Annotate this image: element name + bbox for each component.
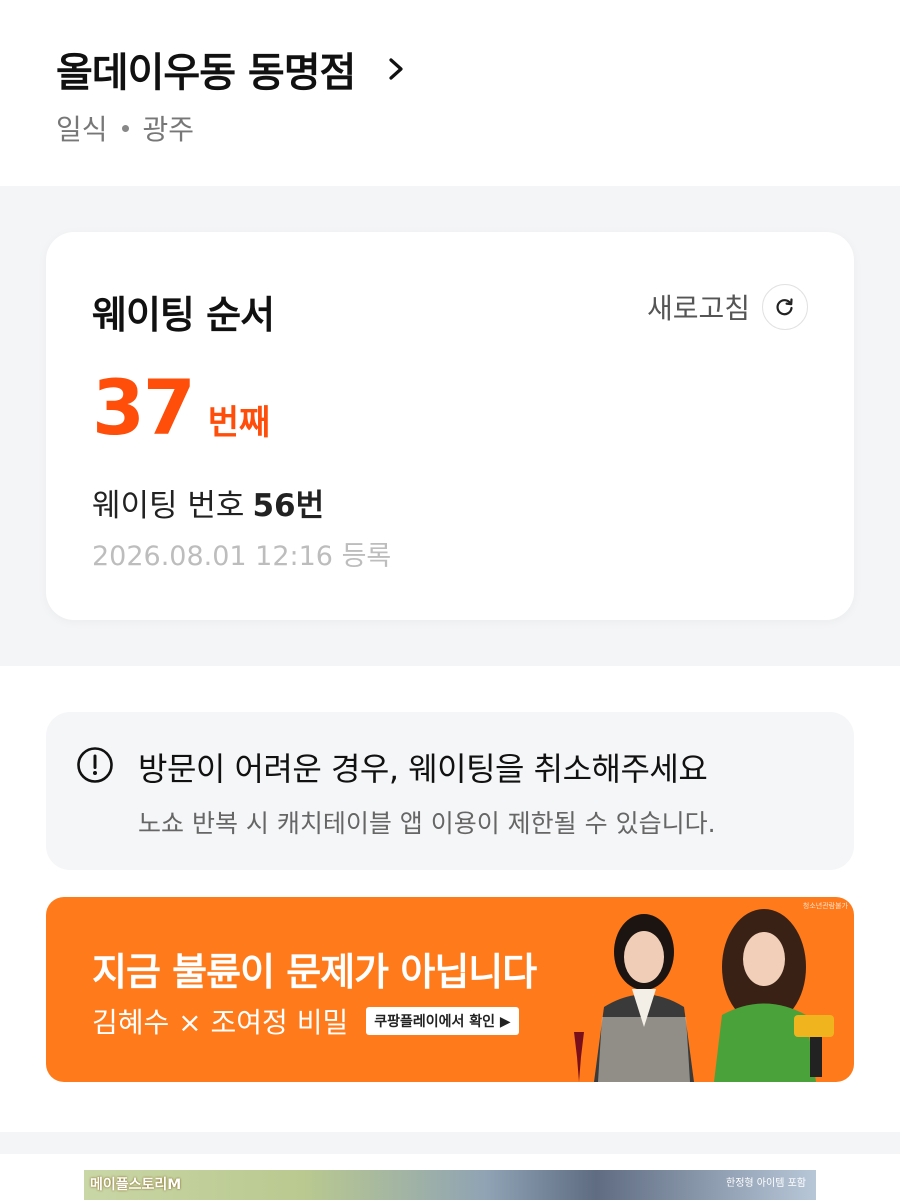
- queue-position: 37 번째: [92, 370, 270, 446]
- game-ad-banner[interactable]: 메이플스토리M 한정형 아이템 포함: [84, 1170, 816, 1200]
- waiting-number-value: 56번: [252, 488, 325, 524]
- banner-actors-image: [574, 909, 834, 1082]
- notice-title: 방문이 어려운 경우, 웨이팅을 취소해주세요: [138, 750, 708, 788]
- queue-unit: 번째: [207, 403, 271, 443]
- store-meta: 일식 광주: [56, 108, 194, 148]
- store-region: 광주: [142, 113, 195, 146]
- waiting-number: 웨이팅 번호 56번: [92, 480, 324, 525]
- registered-time: 2026.08.01 12:16 등록: [92, 541, 392, 572]
- banner-headline: 지금 불륜이 문제가 아닙니다: [92, 950, 537, 994]
- banner-cta-button[interactable]: 쿠팡플레이에서 확인 ▶: [366, 1007, 519, 1035]
- banner-sub-row: 김혜수 × 조여정 비밀 쿠팡플레이에서 확인 ▶: [92, 1001, 519, 1041]
- waiting-card-title: 웨이팅 순서: [92, 293, 275, 337]
- section-divider: [0, 1132, 900, 1154]
- refresh-label: 새로고침: [646, 292, 750, 325]
- store-name: 올데이우동 동명점: [56, 50, 356, 96]
- refresh-button[interactable]: 새로고침: [647, 284, 808, 330]
- separator-dot: [121, 124, 129, 132]
- cancel-notice: 방문이 어려운 경우, 웨이팅을 취소해주세요 노쇼 반복 시 캐치테이블 앱 …: [46, 712, 854, 870]
- notice-description: 노쇼 반복 시 캐치테이블 앱 이용이 제한될 수 있습니다.: [138, 809, 716, 838]
- store-header: 올데이우동 동명점 일식 광주: [0, 0, 900, 186]
- store-category: 일식: [56, 113, 108, 146]
- store-title-link[interactable]: 올데이우동 동명점: [56, 40, 407, 98]
- ad-banner[interactable]: 지금 불륜이 문제가 아닙니다 김혜수 × 조여정 비밀 쿠팡플레이에서 확인 …: [46, 897, 854, 1082]
- game-ad-caption: 한정형 아이템 포함: [726, 1178, 806, 1189]
- waiting-number-label: 웨이팅 번호: [92, 488, 245, 524]
- game-ad-title: 메이플스토리M: [90, 1177, 182, 1193]
- banner-subtitle: 김혜수 × 조여정 비밀: [92, 1006, 349, 1039]
- chevron-right-icon: [389, 58, 403, 80]
- age-rating-badge: 청소년관람불가: [802, 902, 848, 910]
- waiting-card: 웨이팅 순서 새로고침 37 번째 웨이팅 번호 56번 2026.08.01 1…: [46, 232, 854, 620]
- alert-circle-icon: [77, 747, 113, 783]
- refresh-icon[interactable]: [762, 284, 808, 330]
- queue-number: 37: [92, 363, 196, 452]
